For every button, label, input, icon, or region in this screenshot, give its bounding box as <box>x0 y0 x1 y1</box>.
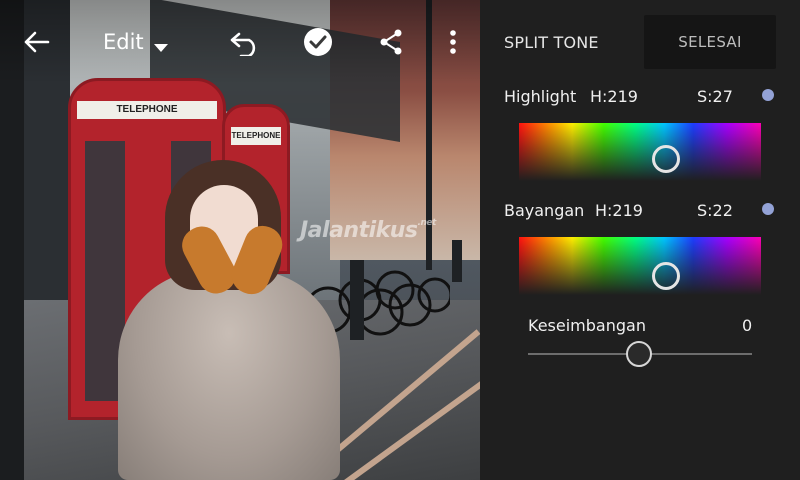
panel-title: SPLIT TONE <box>504 33 599 52</box>
balance-value: 0 <box>742 316 753 335</box>
bollard <box>452 240 462 282</box>
shadow-picker-knob[interactable] <box>652 262 681 291</box>
booth-sign: TELEPHONE <box>231 127 281 145</box>
share-icon[interactable] <box>378 26 404 58</box>
highlight-color-picker[interactable] <box>519 123 761 181</box>
undo-icon[interactable] <box>228 26 264 58</box>
shadow-label: Bayangan <box>504 201 585 220</box>
balance-slider-thumb[interactable] <box>626 341 652 367</box>
highlight-hue-value: H:219 <box>590 87 638 106</box>
highlight-saturation-value: S:27 <box>697 87 733 106</box>
back-arrow-icon[interactable] <box>20 26 52 58</box>
shadow-color-picker[interactable] <box>519 237 761 295</box>
check-circle-icon[interactable] <box>302 26 334 58</box>
person-coat <box>118 270 340 480</box>
shadow-hue-value: H:219 <box>595 201 643 220</box>
top-toolbar: Edit <box>0 0 480 84</box>
watermark-tag: .net <box>417 218 437 228</box>
shadow-color-swatch <box>762 203 774 215</box>
split-tone-panel: SPLIT TONE SELESAI Highlight H:219 S:27 … <box>480 0 800 480</box>
watermark-text: Jalantikus <box>300 218 418 243</box>
booth-sign: TELEPHONE <box>77 101 217 119</box>
shadow-saturation-value: S:22 <box>697 201 733 220</box>
highlight-color-swatch <box>762 89 774 101</box>
bollard <box>350 260 364 340</box>
highlight-picker-knob[interactable] <box>652 145 681 174</box>
photo-canvas[interactable]: TELEPHONE TELEPHONE Jalantikus.net Edit <box>0 0 480 480</box>
edit-menu-label[interactable]: Edit <box>103 30 144 54</box>
highlight-label: Highlight <box>504 87 577 106</box>
done-button[interactable]: SELESAI <box>644 15 776 69</box>
more-vertical-icon[interactable] <box>444 26 462 58</box>
balance-label: Keseimbangan <box>528 316 646 335</box>
caret-down-icon[interactable] <box>153 38 169 57</box>
watermark: Jalantikus.net <box>300 218 436 243</box>
